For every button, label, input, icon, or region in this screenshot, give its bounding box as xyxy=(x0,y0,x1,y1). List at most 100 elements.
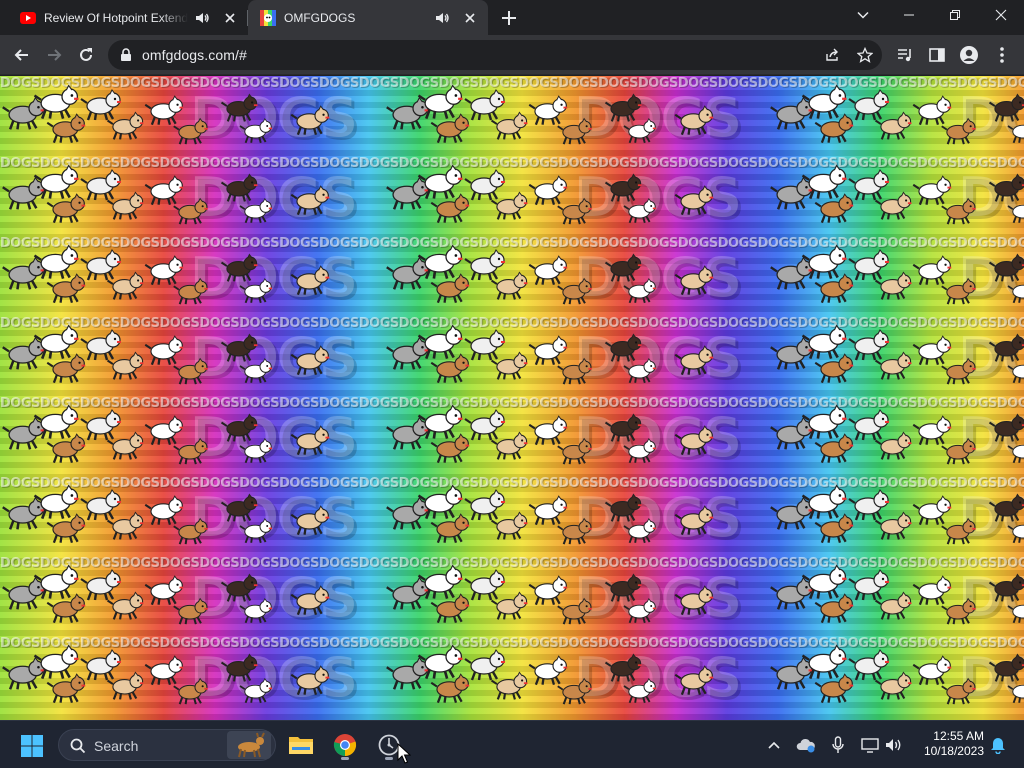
close-icon xyxy=(995,9,1007,21)
running-dogs xyxy=(2,84,1024,145)
reload-button[interactable] xyxy=(74,43,98,67)
dog-icon xyxy=(2,96,45,130)
dog-icon xyxy=(848,249,889,281)
dog-icon xyxy=(2,176,45,210)
minimize-button[interactable] xyxy=(886,0,932,30)
dog-icon xyxy=(623,518,656,544)
dog-icon xyxy=(290,185,330,216)
close-window-button[interactable] xyxy=(978,0,1024,30)
file-explorer-button[interactable] xyxy=(285,729,317,761)
dog-icon xyxy=(464,169,505,201)
dog-icon xyxy=(80,489,121,521)
dog-icon xyxy=(2,656,45,690)
dog-icon xyxy=(988,173,1024,202)
dog-icon xyxy=(674,505,714,536)
dog-icon xyxy=(988,93,1024,122)
dog-icon xyxy=(173,277,208,305)
search-highlight-image xyxy=(227,731,271,759)
share-icon[interactable] xyxy=(824,47,840,63)
dog-icon xyxy=(144,175,184,206)
reload-icon xyxy=(80,48,92,61)
dog-icon xyxy=(623,438,656,464)
dog-icon xyxy=(814,353,854,384)
side-panel-button[interactable] xyxy=(925,43,949,67)
dog-icon xyxy=(1007,524,1024,544)
close-tab-icon[interactable] xyxy=(222,10,238,26)
dog-icon xyxy=(144,575,184,606)
dog-icon xyxy=(604,413,642,442)
dog-icon xyxy=(941,277,976,305)
plus-icon[interactable] xyxy=(498,7,520,29)
dog-icon xyxy=(220,493,258,522)
mouse-cursor-icon xyxy=(397,743,411,764)
taskbar-search[interactable]: Search xyxy=(58,729,276,761)
notification-button[interactable] xyxy=(988,735,1008,755)
microphone-button[interactable] xyxy=(828,735,848,755)
dog-icon xyxy=(814,513,854,544)
audio-playing-icon[interactable] xyxy=(434,10,450,26)
dog-icon xyxy=(623,678,656,704)
dog-band: DOGSDOGSDOGSDOGSDOGSDOGSDOGSDOGSDOGSDOGS… xyxy=(0,236,1024,316)
dog-icon xyxy=(604,93,642,122)
restore-button[interactable] xyxy=(932,0,978,30)
chrome-menu-button[interactable] xyxy=(990,43,1014,67)
dog-icon xyxy=(814,673,854,704)
volume-button[interactable] xyxy=(884,735,904,755)
profile-button[interactable] xyxy=(957,43,981,67)
system-clock[interactable]: 12:55 AM 10/18/2023 xyxy=(912,729,984,759)
browser-toolbar: omfgdogs.com/# xyxy=(0,35,1024,75)
bookmark-star-icon[interactable] xyxy=(857,47,873,63)
onedrive-button[interactable] xyxy=(796,735,816,755)
back-icon xyxy=(14,49,28,61)
omfgdogs-page: DOGSDOGSDOGSDOGSDOGSDOGSDOGSDOGSDOGSDOGS… xyxy=(0,76,1024,720)
dog-icon xyxy=(912,415,952,446)
dog-icon xyxy=(290,505,330,536)
dog-icon xyxy=(941,197,976,225)
dog-band: DOGSDOGSDOGSDOGSDOGSDOGSDOGSDOGSDOGSDOGS… xyxy=(0,636,1024,716)
dog-icon xyxy=(528,335,568,366)
dog-icon xyxy=(770,576,813,610)
dog-icon xyxy=(848,409,889,441)
show-hidden-icons-button[interactable] xyxy=(764,735,784,755)
dog-icon xyxy=(239,518,272,544)
dog-icon xyxy=(623,198,656,224)
dog-icon xyxy=(557,517,592,545)
dog-icon xyxy=(386,416,429,450)
running-dogs xyxy=(2,244,1024,305)
windows-start-icon[interactable] xyxy=(20,734,44,758)
tab-omfgdogs[interactable]: OMFGDOGS xyxy=(248,0,488,36)
onedrive-icon xyxy=(796,738,815,753)
back-button[interactable] xyxy=(10,43,34,67)
dog-icon xyxy=(239,118,272,144)
dog-icon xyxy=(814,113,854,144)
dog-icon xyxy=(814,193,854,224)
dog-icon xyxy=(528,575,568,606)
chrome-taskbar-button[interactable] xyxy=(329,729,361,761)
audio-playing-icon[interactable] xyxy=(194,10,210,26)
dog-icon xyxy=(80,89,121,121)
dog-icon xyxy=(46,353,86,384)
dog-icon xyxy=(290,425,330,456)
tab-youtube[interactable]: Review Of Hotpoint Extending xyxy=(8,0,248,35)
media-control-button[interactable] xyxy=(893,43,917,67)
dog-icon xyxy=(239,678,272,704)
running-dogs xyxy=(2,324,1024,385)
close-tab-icon[interactable] xyxy=(462,10,478,26)
dog-icon xyxy=(912,175,952,206)
dog-icon xyxy=(464,89,505,121)
dog-icon xyxy=(80,409,121,441)
dog-icon xyxy=(173,597,208,625)
url-text[interactable]: omfgdogs.com/# xyxy=(142,47,247,63)
dog-band: DOGSDOGSDOGSDOGSDOGSDOGSDOGSDOGSDOGSDOGS… xyxy=(0,76,1024,156)
dog-icon xyxy=(239,278,272,304)
dog-band: DOGSDOGSDOGSDOGSDOGSDOGSDOGSDOGSDOGSDOGS… xyxy=(0,556,1024,636)
tab-title: Review Of Hotpoint Extending xyxy=(44,10,188,25)
tab-search-button[interactable] xyxy=(840,0,886,30)
site-info-icon[interactable] xyxy=(120,48,132,62)
forward-button[interactable] xyxy=(42,43,66,67)
dog-icon xyxy=(848,569,889,601)
address-bar[interactable]: omfgdogs.com/# xyxy=(108,40,882,70)
network-display-button[interactable] xyxy=(860,735,880,755)
dog-icon xyxy=(464,489,505,521)
dog-icon xyxy=(941,437,976,465)
